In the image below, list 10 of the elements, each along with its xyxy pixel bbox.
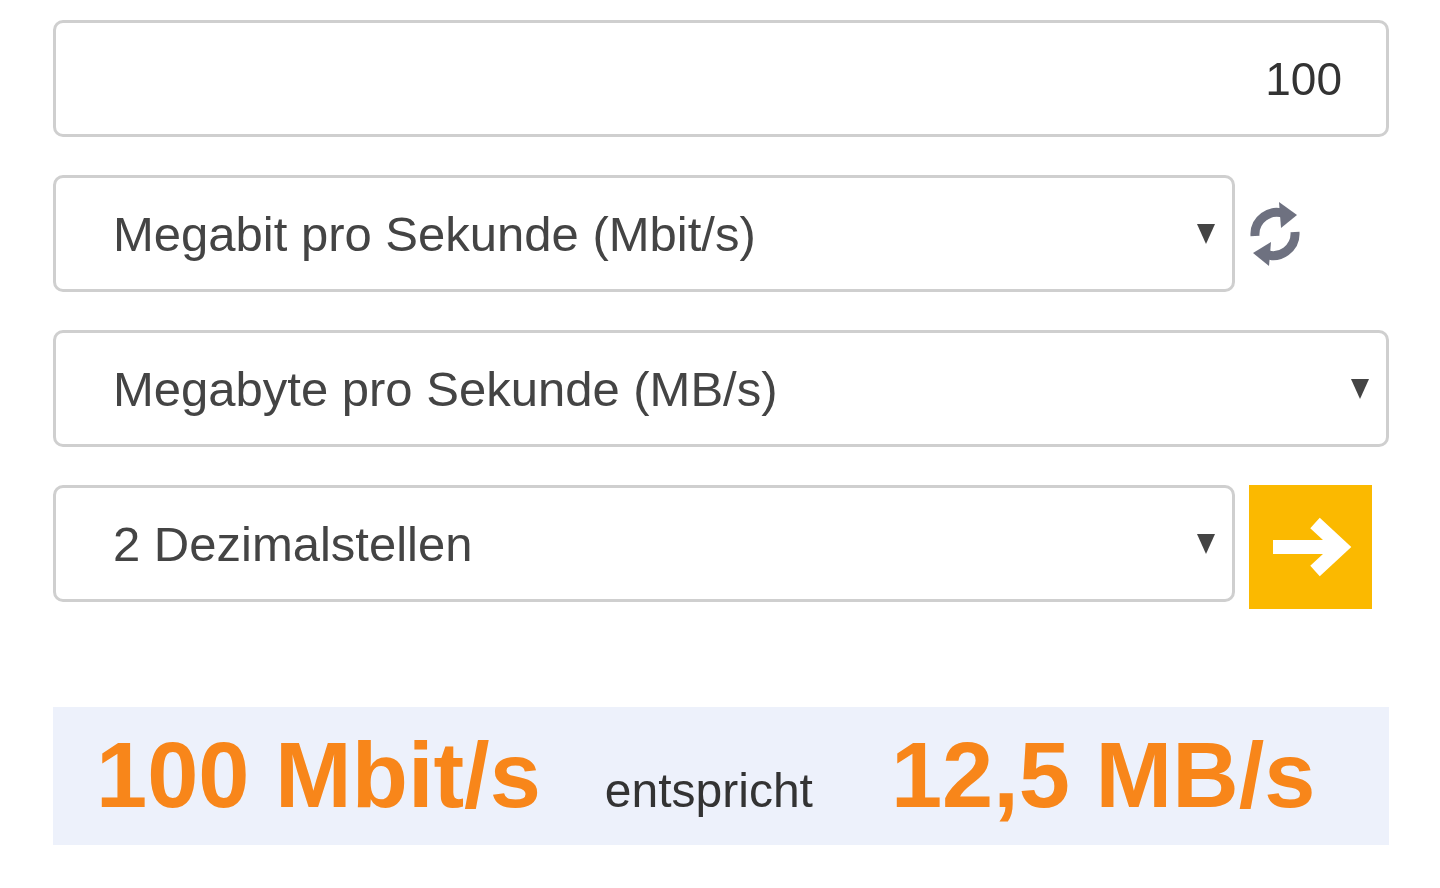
input-quantity: 100 Mbit/s: [96, 723, 541, 827]
from-unit-dropdown[interactable]: Megabit pro Sekunde (Mbit/s): [53, 175, 1235, 292]
amount-field[interactable]: 100: [53, 20, 1389, 137]
to-unit-dropdown[interactable]: Megabyte pro Sekunde (MB/s): [53, 330, 1389, 447]
caret-icon: [1197, 223, 1215, 244]
caret-icon: [1351, 378, 1369, 399]
equals-label: entspricht: [604, 763, 813, 818]
converted-quantity: 12,5 MB/s: [890, 723, 1316, 827]
caret-icon: [1197, 533, 1215, 554]
precision-dropdown[interactable]: 2 Dezimalstellen: [53, 485, 1235, 602]
